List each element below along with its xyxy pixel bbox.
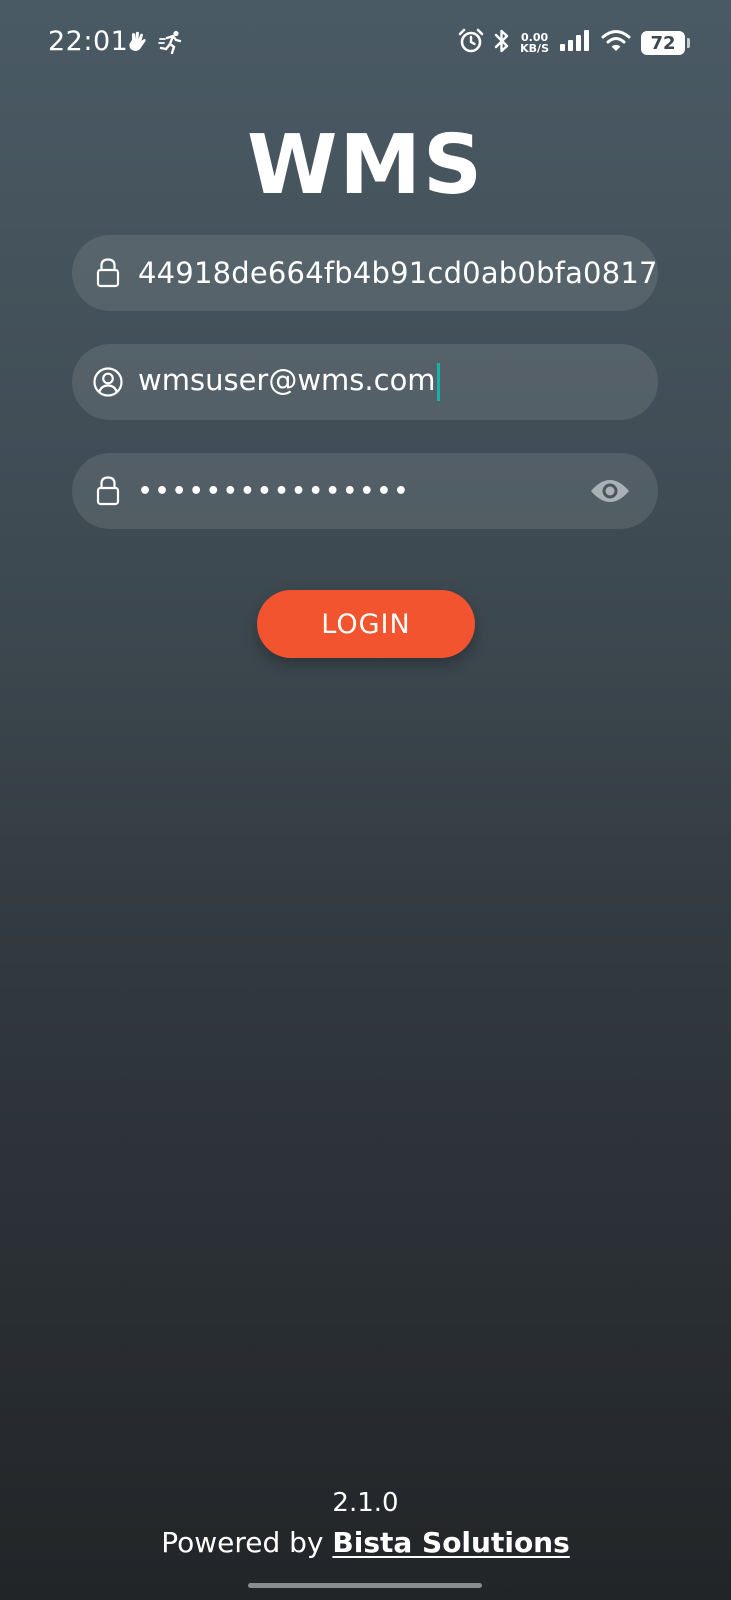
login-button[interactable]: LOGIN xyxy=(257,590,475,658)
hand-icon xyxy=(126,30,148,58)
password-input[interactable]: •••••••••••••••• xyxy=(138,479,586,504)
eye-icon[interactable] xyxy=(586,467,634,515)
license-key-field[interactable]: 44918de664fb4b91cd0ab0bfa0817 xyxy=(72,235,658,311)
status-time: 22:01 xyxy=(48,26,129,57)
wifi-icon xyxy=(601,29,631,57)
powered-by: Powered by Bista Solutions xyxy=(0,1526,731,1559)
license-key-input[interactable]: 44918de664fb4b91cd0ab0bfa0817 xyxy=(138,256,658,290)
status-bar: 22:01 0.00 KB/S 72 xyxy=(0,0,731,86)
lock-icon xyxy=(92,475,124,507)
email-field[interactable]: wmsuser@wms.com xyxy=(72,344,658,420)
powered-by-label: Powered by xyxy=(161,1526,333,1559)
app-version: 2.1.0 xyxy=(332,1488,399,1518)
alarm-icon xyxy=(458,28,484,58)
status-left-icons xyxy=(126,30,184,58)
app-title: WMS xyxy=(246,118,485,213)
status-right-icons: 0.00 KB/S 72 xyxy=(458,28,690,58)
email-input[interactable]: wmsuser@wms.com xyxy=(138,363,658,401)
user-icon xyxy=(92,366,124,398)
running-icon xyxy=(158,30,184,58)
company-link[interactable]: Bista Solutions xyxy=(332,1526,569,1559)
bluetooth-icon xyxy=(494,28,510,58)
net-speed-unit: KB/S xyxy=(520,42,549,55)
battery-icon: 72 xyxy=(641,31,690,55)
text-caret xyxy=(436,363,440,401)
home-indicator[interactable] xyxy=(248,1583,482,1588)
email-value: wmsuser@wms.com xyxy=(138,363,436,397)
lock-icon xyxy=(92,257,124,289)
password-field[interactable]: •••••••••••••••• xyxy=(72,453,658,529)
signal-icon xyxy=(559,30,591,56)
net-speed: 0.00 KB/S xyxy=(520,32,549,54)
